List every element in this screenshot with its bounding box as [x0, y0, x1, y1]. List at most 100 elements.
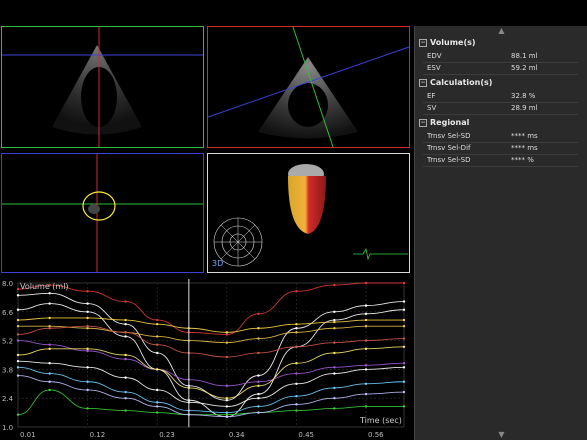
- data-point: [156, 318, 159, 322]
- data-point: [48, 372, 51, 375]
- x-tick-label: 0.45: [298, 431, 314, 439]
- data-point: [86, 316, 89, 320]
- data-point: [124, 300, 127, 303]
- 3d-label: 3D: [212, 259, 224, 268]
- data-point: [225, 399, 229, 402]
- data-point: [86, 407, 89, 410]
- data-point: [257, 392, 260, 396]
- data-point: [48, 343, 51, 346]
- measurement-value: 28.9 ml: [511, 104, 538, 112]
- measurement-value: **** ms: [511, 132, 538, 140]
- measurement-label: Trnsv Sel-SD: [427, 132, 471, 140]
- data-point: [295, 327, 298, 330]
- echo-view-green[interactable]: [1, 26, 204, 148]
- section-header[interactable]: − Volume(s): [419, 38, 476, 47]
- 3d-model-image: [213, 164, 408, 267]
- data-point: [48, 380, 51, 383]
- data-point: [86, 310, 89, 313]
- x-tick-label: 0.12: [90, 431, 106, 439]
- x-tick-label: 0.23: [159, 431, 175, 439]
- section-title: Calculation(s): [430, 78, 493, 87]
- data-point: [333, 341, 336, 344]
- data-point: [295, 403, 298, 406]
- data-point: [333, 397, 336, 400]
- data-point: [295, 362, 298, 365]
- data-point: [48, 302, 51, 305]
- data-point: [225, 333, 229, 336]
- data-point: [124, 322, 127, 326]
- y-tick-label: 1.0: [2, 424, 13, 432]
- y-axis-label: Volume (ml): [20, 282, 69, 291]
- data-point: [364, 325, 368, 328]
- echo-image-green: [2, 27, 203, 147]
- data-point: [295, 382, 298, 385]
- data-point: [402, 366, 406, 369]
- data-point: [86, 325, 89, 328]
- data-point: [225, 413, 229, 416]
- data-point: [295, 372, 298, 375]
- data-point: [295, 331, 298, 334]
- measurement-row: ESV 59.2 ml: [427, 64, 575, 72]
- data-point: [16, 359, 20, 363]
- data-point: [402, 325, 406, 328]
- data-point: [225, 341, 229, 344]
- data-point: [225, 355, 229, 359]
- data-point: [225, 384, 229, 388]
- data-point: [156, 322, 159, 326]
- collapse-icon[interactable]: −: [419, 118, 427, 127]
- collapse-icon[interactable]: −: [419, 38, 427, 47]
- 3d-model-view[interactable]: 3D: [207, 153, 410, 273]
- data-point: [16, 374, 20, 377]
- data-point: [156, 411, 159, 414]
- data-point: [333, 320, 336, 324]
- data-point: [364, 382, 368, 385]
- measurement-row: Trnsv Sel-Dif **** ms: [427, 144, 575, 152]
- measurement-row: EF 32.8 %: [427, 92, 575, 100]
- data-point: [257, 380, 260, 383]
- volume-chart[interactable]: 1.0 2.4 3.8 5.2 6.6 8.0 0.01 0.12 0.23 0.34 0.45 0.…: [0, 277, 410, 440]
- data-point: [225, 331, 229, 334]
- data-point: [402, 380, 406, 383]
- data-point: [333, 372, 336, 375]
- data-point: [16, 339, 20, 342]
- data-point: [364, 368, 368, 371]
- data-point: [16, 413, 20, 416]
- measurements-panel: ▲ − Volume(s) EDV 88.1 ml ESV 59.2 ml − Calcula…: [414, 26, 587, 440]
- data-point: [402, 308, 406, 311]
- data-point: [156, 405, 159, 408]
- section-header[interactable]: − Regional: [419, 118, 469, 127]
- measurement-label: EDV: [427, 52, 442, 60]
- echo-view-blue[interactable]: [1, 153, 204, 273]
- data-point: [86, 380, 89, 383]
- x-tick-label: 0.01: [20, 431, 36, 439]
- data-point: [48, 325, 51, 328]
- section-title: Volume(s): [430, 38, 476, 47]
- measurement-value: **** %: [511, 156, 534, 164]
- scroll-down-icon[interactable]: ▼: [415, 430, 587, 440]
- data-point: [402, 300, 406, 303]
- y-tick-label: 5.2: [2, 338, 13, 346]
- data-point: [225, 415, 229, 418]
- data-point: [156, 351, 159, 355]
- data-point: [257, 337, 260, 340]
- measurement-label: EF: [427, 92, 436, 100]
- data-point: [402, 405, 406, 408]
- row-divider: [423, 114, 578, 115]
- data-point: [402, 345, 406, 348]
- row-divider: [423, 166, 578, 167]
- data-point: [402, 281, 406, 285]
- echo-view-red[interactable]: [207, 26, 410, 148]
- data-point: [333, 327, 336, 330]
- measurement-label: ESV: [427, 64, 441, 72]
- data-point: [364, 281, 368, 285]
- section-header[interactable]: − Calculation(s): [419, 78, 492, 87]
- collapse-icon[interactable]: −: [419, 78, 427, 87]
- data-point: [86, 347, 89, 351]
- data-point: [48, 347, 51, 351]
- measurement-row: SV 28.9 ml: [427, 104, 575, 112]
- measurement-row: Trnsv Sel-SD **** ms: [427, 132, 575, 140]
- row-divider: [423, 102, 578, 103]
- data-point: [257, 411, 260, 414]
- data-point: [156, 368, 159, 371]
- scroll-up-icon[interactable]: ▲: [415, 26, 587, 36]
